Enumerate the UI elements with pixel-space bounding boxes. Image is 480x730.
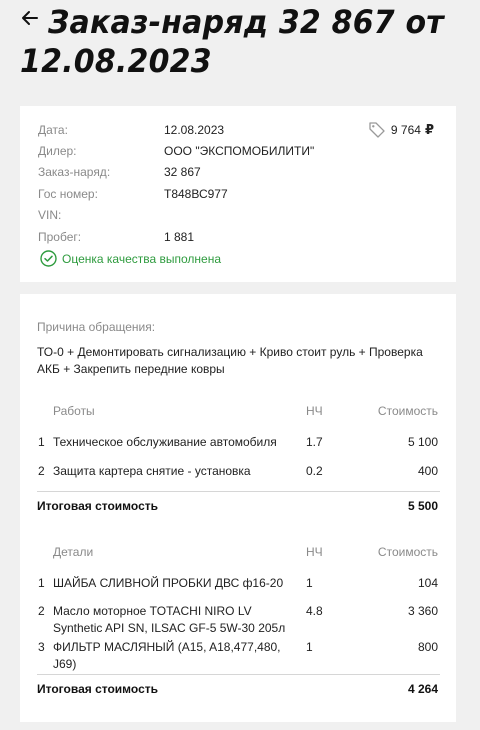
order-summary-card: Дата: 12.08.2023 Дилер: ООО "ЭКСПОМОБИЛИ… [20,106,456,282]
row-name: Защита картера снятие - установка [53,464,251,478]
parts-row: 3 ФИЛЬТР МАСЛЯНЫЙ (A15, A18,477,480, J69… [20,639,456,673]
row-number: 3 [38,640,45,654]
dealer-value: ООО "ЭКСПОМОБИЛИТИ" [164,144,315,158]
row-number: 1 [38,435,45,449]
row-number: 1 [38,576,45,590]
parts-total-row: Итоговая стоимость 4 264 [20,682,456,700]
divider [37,674,440,675]
parts-cost-header: Стоимость [377,545,438,559]
dealer-label: Дилер: [38,144,77,158]
row-cost: 800 [417,640,438,654]
row-name: Масло моторное TOTACHI NIRO LV Synthetic… [53,604,286,635]
order-number-value: 32 867 [164,165,201,179]
works-total-row: Итоговая стоимость 5 500 [20,499,456,517]
row-cost: 400 [417,464,438,478]
reason-label: Причина обращения: [37,320,156,334]
date-label: Дата: [38,123,68,137]
row-name: Техническое обслуживание автомобиля [53,435,277,449]
parts-total-label: Итоговая стоимость [37,682,158,696]
tag-icon [369,122,385,138]
mileage-label: Пробег: [38,230,82,244]
parts-row: 2 Масло моторное TOTACHI NIRO LV Synthet… [20,603,456,637]
order-number-label: Заказ-наряд: [38,165,111,179]
quality-text: Оценка качества выполнена [62,251,221,266]
works-total-value: 5 500 [407,499,438,513]
vin-label: VIN: [38,208,62,222]
page-title: Заказ-наряд 32 867 от 12.08.2023 [20,4,444,81]
plate-label: Гос номер: [38,187,98,201]
row-number: 2 [38,464,45,478]
row-name: ФИЛЬТР МАСЛЯНЫЙ (A15, A18,477,480, J69) [53,640,281,671]
row-name: ШАЙБА СЛИВНОЙ ПРОБКИ ДВС ф16-20 [53,576,284,590]
parts-table-header: Детали НЧ Стоимость [20,545,456,563]
parts-total-value: 4 264 [407,682,438,696]
row-cost: 5 100 [407,435,438,449]
works-row: 1 Техническое обслуживание автомобиля 1.… [20,434,456,452]
works-total-label: Итоговая стоимость [37,499,158,513]
row-cost: 104 [417,576,438,590]
works-cost-header: Стоимость [377,404,438,418]
works-row: 2 Защита картера снятие - установка 0.2 … [20,463,456,481]
check-circle-icon [40,250,57,267]
mileage-value: 1 881 [164,230,195,244]
works-table-header: Работы НЧ Стоимость [20,404,456,422]
price-value: 9 764 [390,123,421,137]
price-tag: 9 764 ₽ [368,120,434,140]
date-value: 12.08.2023 [164,123,225,137]
order-details-card: Причина обращения: ТО-0 + Демонтировать … [20,294,456,722]
currency-symbol: ₽ [424,122,434,137]
reason-text: ТО-0 + Демонтировать сигнализацию + Крив… [37,345,423,376]
divider [37,491,440,492]
parts-name-header: Детали [53,545,94,559]
page-header: Заказ-наряд 32 867 от 12.08.2023 [0,0,480,90]
quality-status: Оценка качества выполнена [40,250,221,267]
works-name-header: Работы [53,404,95,418]
plate-value: Т848ВС977 [164,187,228,201]
row-cost: 3 360 [407,604,438,618]
row-number: 2 [38,604,45,618]
parts-row: 1 ШАЙБА СЛИВНОЙ ПРОБКИ ДВС ф16-20 1 104 [20,575,456,593]
